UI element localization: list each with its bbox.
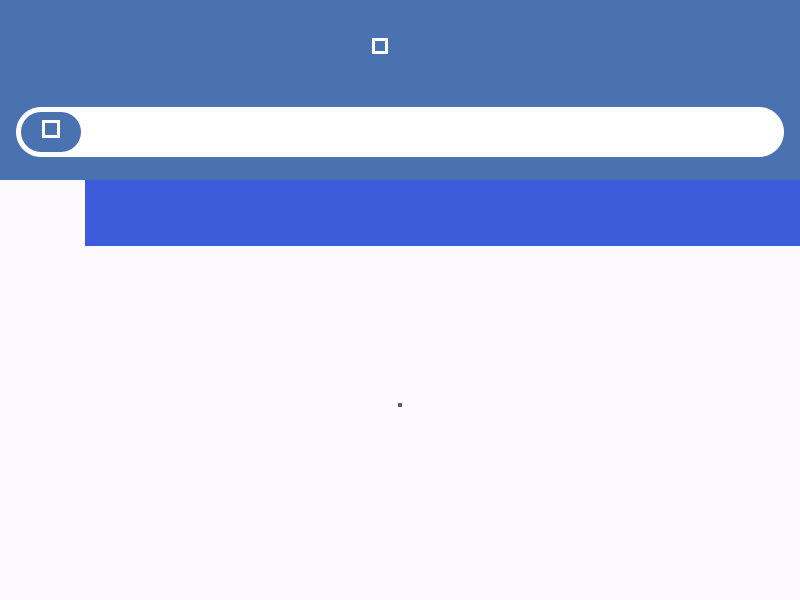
search-bar[interactable] [16,107,784,157]
search-button[interactable] [21,112,81,152]
category-nav [0,180,800,246]
title-row [0,34,800,58]
brand-line-1 [18,193,66,209]
main-content [0,246,800,600]
nav-tab-2[interactable] [164,206,193,220]
site-title-right [409,35,549,57]
search-suggestion[interactable] [326,124,406,140]
page [0,0,800,600]
loading-indicator [398,403,402,407]
search-square-icon [41,120,60,138]
nav-tab-4[interactable] [281,206,310,220]
top-header [0,0,800,180]
search-suggestion[interactable] [182,124,310,140]
nav-brand[interactable] [0,180,85,246]
search-suggestion[interactable] [470,124,630,140]
square-icon [372,38,388,54]
search-suggestion[interactable] [422,124,454,140]
nav-tabs [105,206,398,220]
site-subtitle [312,69,488,85]
nav-tab-1[interactable] [105,206,134,220]
nav-tab-3[interactable] [222,206,251,220]
nav-tab-5[interactable] [339,206,368,220]
search-suggestions [182,124,630,140]
brand-line-2 [10,216,74,232]
site-title-left [251,35,351,57]
